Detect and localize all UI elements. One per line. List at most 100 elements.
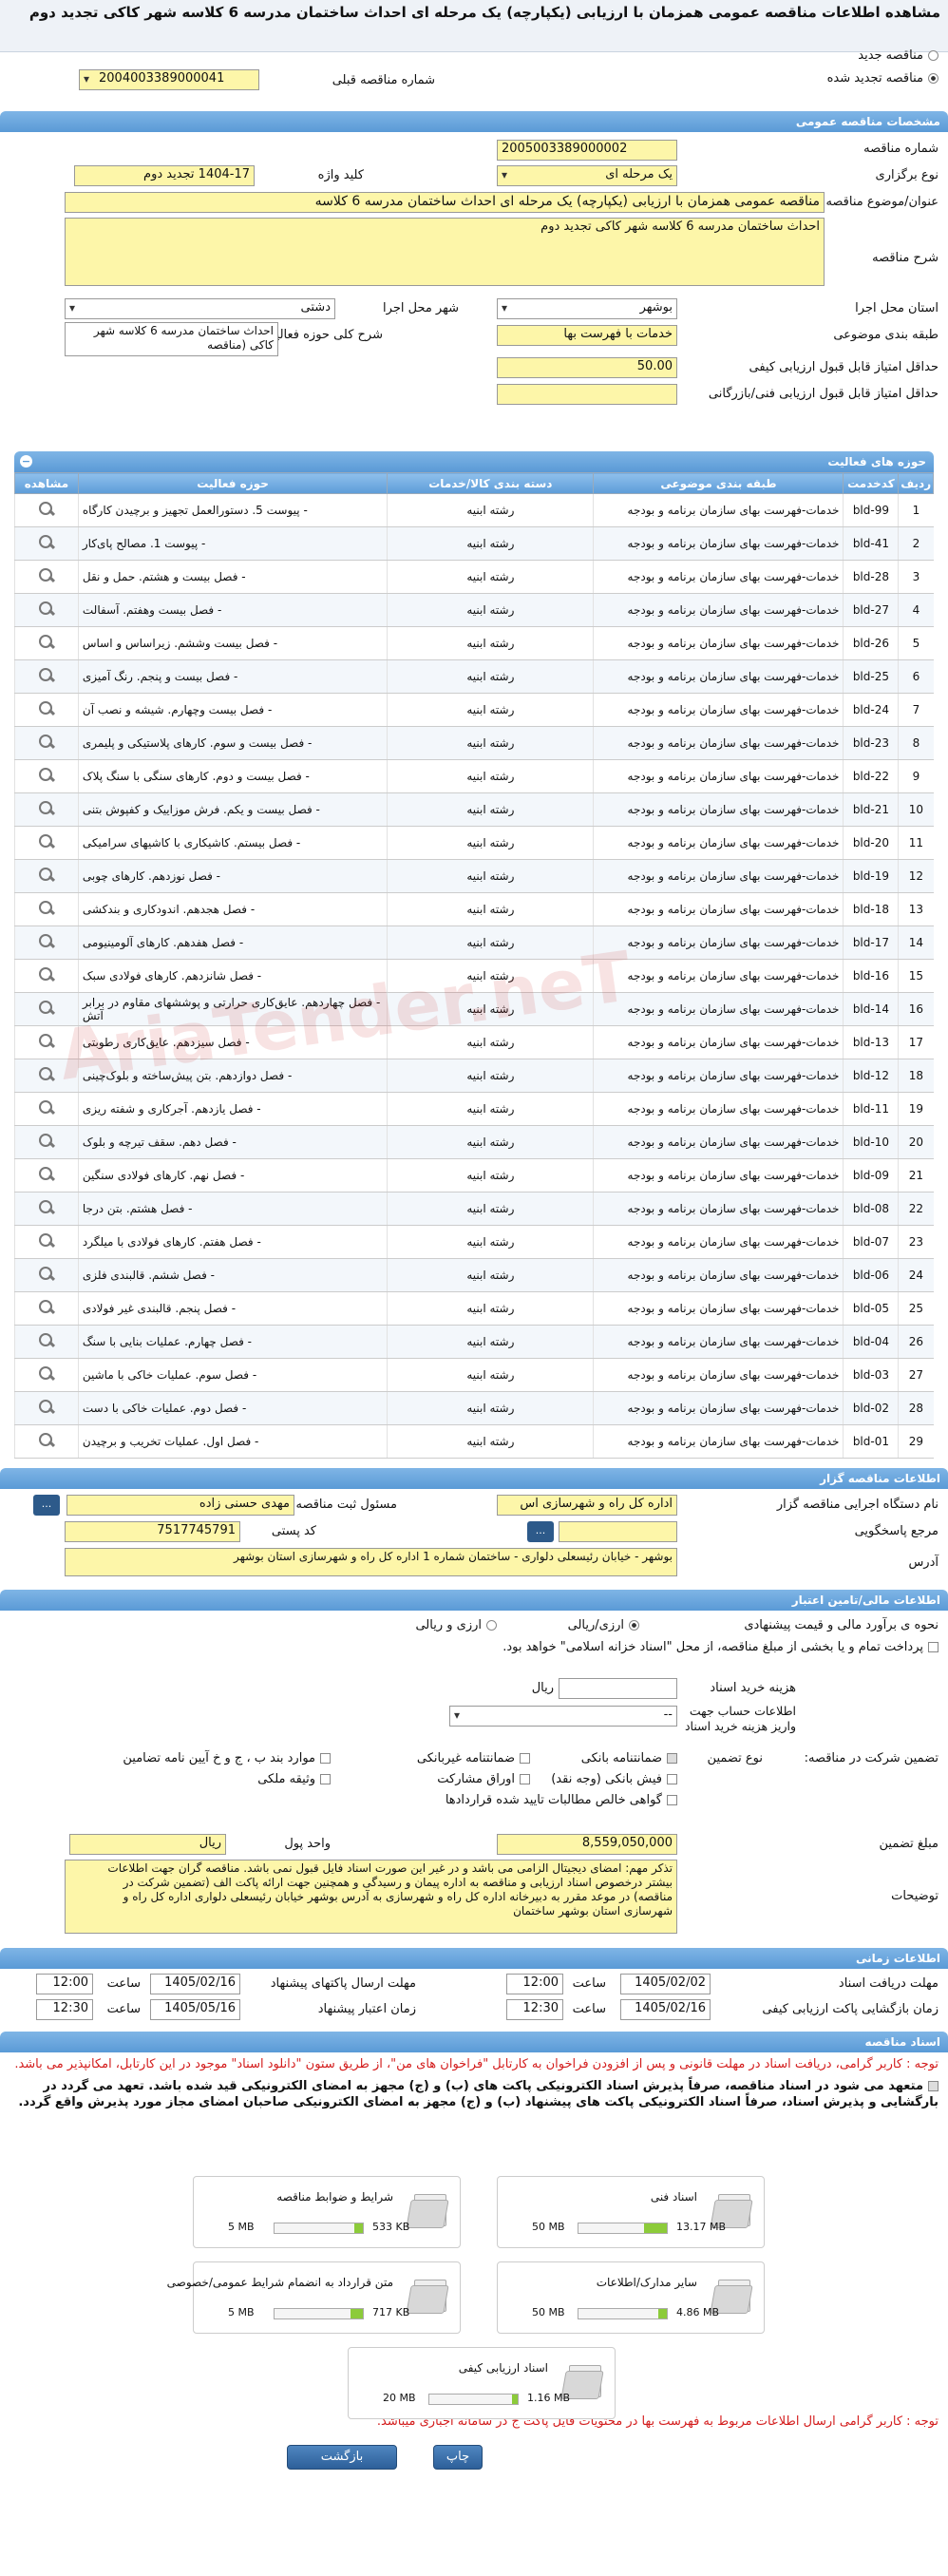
- magnifier-icon[interactable]: [37, 734, 56, 751]
- magnifier-icon[interactable]: [37, 1166, 56, 1183]
- doc-title: اسناد ارزیابی کیفی: [458, 2361, 548, 2375]
- row-number: 1: [898, 493, 934, 527]
- magnifier-icon[interactable]: [37, 567, 56, 584]
- page-title: مشاهده اطلاعات مناقصه عمومی همزمان با ار…: [28, 4, 940, 21]
- activity: - فصل هفدهم. کارهای آلومینیومی: [77, 925, 388, 960]
- responsible-dots-button[interactable]: ...: [33, 1495, 60, 1516]
- service-code: bld-05: [843, 1291, 899, 1326]
- view-cell: [14, 1059, 79, 1093]
- category: رشته ابنیه: [387, 1325, 594, 1359]
- row-number: 27: [898, 1358, 934, 1392]
- magnifier-icon[interactable]: [37, 601, 56, 618]
- magnifier-icon[interactable]: [37, 966, 56, 983]
- magnifier-icon[interactable]: [37, 867, 56, 884]
- service-code: bld-18: [843, 892, 899, 926]
- magnifier-icon[interactable]: [37, 534, 56, 551]
- magnifier-icon[interactable]: [37, 933, 56, 950]
- doc-cost-field: [559, 1678, 677, 1699]
- doc-item[interactable]: اسناد ارزیابی کیفی 1.16 MB 20 MB: [348, 2347, 616, 2419]
- magnifier-icon[interactable]: [37, 1033, 56, 1050]
- view-cell: [14, 1225, 79, 1259]
- table-row: 22 bld-08 خدمات-فهرست بهای سازمان برنامه و…: [14, 1192, 934, 1226]
- guarantee-opt-3[interactable]: موارد بند ب ، ج و خ آیین نامه تضامین: [123, 1751, 331, 1765]
- pay-checkbox[interactable]: پرداخت تمام و یا بخشی از مبلغ مناقصه، از…: [8, 1639, 939, 1656]
- magnifier-icon[interactable]: [37, 700, 56, 717]
- subject-class: خدمات-فهرست بهای سازمان برنامه و بودجه: [593, 593, 844, 627]
- service-code: bld-07: [843, 1225, 899, 1259]
- amount-label: مبلغ تضمین: [879, 1837, 939, 1851]
- category: رشته ابنیه: [387, 859, 594, 893]
- service-code: bld-01: [843, 1424, 899, 1459]
- magnifier-icon[interactable]: [37, 1133, 56, 1150]
- category: رشته ابنیه: [387, 693, 594, 727]
- magnifier-icon[interactable]: [37, 1332, 56, 1349]
- receive-label: مهلت دریافت اسناد: [838, 1976, 939, 1991]
- view-cell: [14, 726, 79, 760]
- guarantee-opt-4[interactable]: فیش بانکی (وجه نقد): [551, 1772, 677, 1786]
- guarantee-opt-6[interactable]: وثیقه ملکی: [257, 1772, 331, 1786]
- doc-item[interactable]: سایر مدارک/اطلاعات 4.86 MB 50 MB: [497, 2261, 765, 2334]
- send-label: مهلت ارسال پاکتهای پیشنهاد: [270, 1976, 416, 1991]
- service-code: bld-24: [843, 693, 899, 727]
- magnifier-icon[interactable]: [37, 767, 56, 784]
- subject-class: خدمات-فهرست بهای سازمان برنامه و بودجه: [593, 992, 844, 1026]
- magnifier-icon[interactable]: [37, 1432, 56, 1449]
- magnifier-icon[interactable]: [37, 1099, 56, 1116]
- magnifier-icon[interactable]: [37, 1232, 56, 1250]
- finance-section-header: اطلاعات مالی/تامین اعتبار: [0, 1590, 948, 1611]
- guarantee-opt-7[interactable]: گواهی خالص مطالبات تایید شده قراردادها: [446, 1793, 677, 1807]
- currency-label: واحد پول: [284, 1837, 331, 1851]
- doc-current-size: 1.16 MB: [527, 2392, 571, 2404]
- row-number: 7: [898, 693, 934, 727]
- renewed-tender-radio[interactable]: مناقصه تجدید شده: [827, 71, 939, 86]
- category: رشته ابنیه: [387, 526, 594, 561]
- doc-item[interactable]: اسناد فنی 13.17 MB 50 MB: [497, 2176, 765, 2248]
- prev-number-label: شماره مناقصه قبلی: [332, 73, 435, 87]
- commit-checkbox[interactable]: [928, 2081, 939, 2091]
- activity: - فصل پنجم. قالبندی غیر فولادی: [77, 1291, 388, 1326]
- doc-item[interactable]: متن قرارداد به انضمام شرایط عمومی/خصوصی 7…: [167, 2261, 461, 2334]
- new-tender-radio[interactable]: مناقصه جدید: [858, 48, 939, 63]
- magnifier-icon[interactable]: [37, 833, 56, 850]
- activity-scope-field: احداث ساختمان مدرسه 6 کلاسه شهر کاکی (من…: [65, 322, 278, 356]
- activities-body: 1 bld-99 خدمات-فهرست بهای سازمان برنامه و …: [14, 493, 934, 1459]
- magnifier-icon[interactable]: [37, 667, 56, 684]
- collapse-icon[interactable]: −: [20, 455, 32, 467]
- guarantee-opt-1[interactable]: ضمانتنامه بانکی: [581, 1751, 677, 1765]
- magnifier-icon[interactable]: [37, 800, 56, 817]
- guarantee-opt-3-label: موارد بند ب ، ج و خ آیین نامه تضامین: [123, 1751, 315, 1765]
- magnifier-icon[interactable]: [37, 1365, 56, 1383]
- account-select[interactable]: --: [449, 1706, 677, 1727]
- guarantee-type-label: نوع تضمین: [707, 1751, 763, 1765]
- magnifier-icon[interactable]: [37, 634, 56, 651]
- docs-note-2: متعهد می شود در اسناد مناقصه، صرفاً پذیر…: [0, 2076, 948, 2112]
- guarantee-opt-2[interactable]: ضمانتنامه غیربانکی: [417, 1751, 530, 1765]
- hold-type-select[interactable]: یک مرحله ای: [497, 165, 677, 186]
- view-cell: [14, 826, 79, 860]
- opt-rial2-radio[interactable]: ارزی و ریالی: [415, 1618, 497, 1632]
- print-button[interactable]: چاپ: [433, 2445, 483, 2470]
- magnifier-icon[interactable]: [37, 900, 56, 917]
- guarantee-opt-5[interactable]: اوراق مشارکت: [437, 1772, 530, 1786]
- doc-item[interactable]: شرایط و ضوابط مناقصه 533 KB 5 MB: [193, 2176, 461, 2248]
- docs-section: توجه : کاربر گرامی، دریافت اسناد در مهلت…: [0, 2052, 948, 2419]
- response-ref-dots-button[interactable]: ...: [527, 1521, 554, 1542]
- table-row: 14 bld-17 خدمات-فهرست بهای سازمان برنامه و…: [14, 925, 934, 960]
- guarantee-opt-5-label: اوراق مشارکت: [437, 1772, 515, 1786]
- city-select[interactable]: دشتی: [65, 298, 335, 319]
- magnifier-icon[interactable]: [37, 1066, 56, 1083]
- service-code: bld-11: [843, 1092, 899, 1126]
- magnifier-icon[interactable]: [37, 1199, 56, 1216]
- subject-class: خدمات-فهرست بهای سازمان برنامه و بودجه: [593, 1192, 844, 1226]
- province-select[interactable]: بوشهر: [497, 298, 677, 319]
- magnifier-icon[interactable]: [37, 1000, 56, 1017]
- magnifier-icon[interactable]: [37, 501, 56, 518]
- prev-number-select[interactable]: 2004003389000041: [79, 69, 259, 90]
- magnifier-icon[interactable]: [37, 1266, 56, 1283]
- view-cell: [14, 1291, 79, 1326]
- opt-rial-radio[interactable]: ارزی/ریالی: [568, 1618, 639, 1632]
- activity: - فصل بیست و پنجم. رنگ آمیزی: [77, 659, 388, 694]
- magnifier-icon[interactable]: [37, 1399, 56, 1416]
- magnifier-icon[interactable]: [37, 1299, 56, 1316]
- back-button[interactable]: بازگشت: [287, 2445, 397, 2470]
